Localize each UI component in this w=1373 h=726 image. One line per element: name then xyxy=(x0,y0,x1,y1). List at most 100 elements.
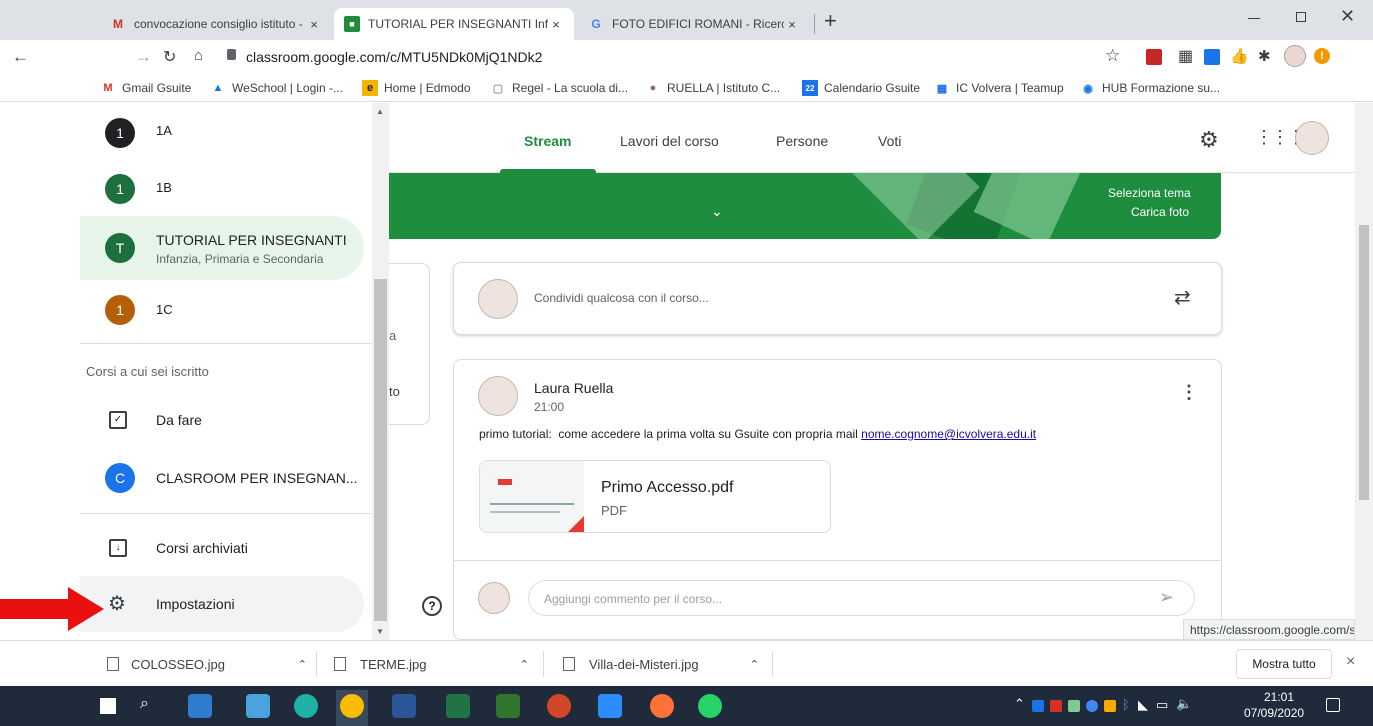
tray-app-icon[interactable] xyxy=(1068,700,1080,712)
repost-icon[interactable]: ⇄ xyxy=(1174,285,1191,310)
scrollbar-thumb[interactable] xyxy=(1359,225,1369,500)
minimize-icon[interactable] xyxy=(1248,18,1260,19)
display-icon[interactable]: ▭ xyxy=(1156,697,1168,713)
zoom-icon[interactable] xyxy=(598,694,622,718)
blue-extension-icon[interactable] xyxy=(1204,49,1220,65)
firefox-icon[interactable] xyxy=(650,694,674,718)
chevron-down-icon[interactable]: ⌄ xyxy=(711,203,723,220)
lock-icon[interactable] xyxy=(227,49,236,60)
notifications-icon[interactable] xyxy=(1326,698,1340,712)
tab-gmail[interactable]: M convocazione consiglio istituto - × xyxy=(100,8,332,40)
bookmark-hub[interactable]: ◉ HUB Formazione su... xyxy=(1080,80,1220,96)
view-all-link[interactable]: to xyxy=(389,384,400,399)
share-input[interactable]: Condividi qualcosa con il corso... xyxy=(534,291,709,305)
chevron-up-icon[interactable]: ⌃ xyxy=(298,658,307,671)
new-tab-button[interactable]: + xyxy=(824,10,837,32)
page-scrollbar[interactable] xyxy=(1355,103,1373,640)
app-icon[interactable] xyxy=(246,694,270,718)
tray-app-icon[interactable] xyxy=(1104,700,1116,712)
whatsapp-icon[interactable] xyxy=(698,694,722,718)
upload-photo-link[interactable]: Carica foto xyxy=(1131,205,1189,219)
reload-icon[interactable]: ↻ xyxy=(163,47,176,67)
thumb-extension-icon[interactable]: 👍 xyxy=(1230,47,1249,65)
drawer-archived[interactable]: ↓ Corsi archiviati xyxy=(80,528,364,568)
close-icon[interactable]: × xyxy=(548,17,564,32)
download-item[interactable]: TERME.jpg ⌃ xyxy=(334,641,529,687)
excel-icon[interactable] xyxy=(446,694,470,718)
tab-people[interactable]: Persone xyxy=(776,133,828,149)
account-avatar[interactable] xyxy=(1295,121,1329,155)
close-icon[interactable]: × xyxy=(784,17,800,32)
chevron-up-icon[interactable]: ⌃ xyxy=(520,658,529,671)
bookmark-edmodo[interactable]: e Home | Edmodo xyxy=(362,80,471,96)
drawer-scrollbar[interactable]: ▲ ▼ xyxy=(372,103,389,640)
bookmark-regel[interactable]: ▢ Regel - La scuola di... xyxy=(490,80,628,96)
email-link[interactable]: nome.cognome@icvolvera.edu.it xyxy=(861,427,1036,441)
select-theme-link[interactable]: Seleziona tema xyxy=(1108,186,1191,200)
word-icon[interactable] xyxy=(392,694,416,718)
windows-start-icon[interactable] xyxy=(100,698,116,714)
chevron-up-icon[interactable]: ⌃ xyxy=(750,658,759,671)
drawer-class-tutorial[interactable]: T TUTORIAL PER INSEGNANTI Infanzia, Prim… xyxy=(80,216,364,280)
grid-extension-icon[interactable]: ▦ xyxy=(1178,46,1193,66)
profile-avatar[interactable] xyxy=(1284,45,1306,67)
update-alert-icon[interactable]: ! xyxy=(1314,48,1330,64)
close-icon[interactable]: × xyxy=(306,17,322,32)
network-icon[interactable]: ◣ xyxy=(1138,697,1148,713)
scrollbar-thumb[interactable] xyxy=(374,279,387,621)
tray-app-icon[interactable] xyxy=(1086,700,1098,712)
address-bar[interactable]: classroom.google.com/c/MTU5NDk0MjQ1NDk2 xyxy=(246,49,542,65)
gear-icon[interactable]: ⚙ xyxy=(1199,127,1219,153)
share-card[interactable]: Condividi qualcosa con il corso... ⇄ xyxy=(453,262,1222,335)
drawer-class-1c[interactable]: 1 1C xyxy=(80,290,364,330)
tab-classroom[interactable]: ■ TUTORIAL PER INSEGNANTI Infa × xyxy=(334,8,574,40)
bookmark-star-icon[interactable]: ☆ xyxy=(1105,46,1120,66)
chrome-icon[interactable] xyxy=(340,694,364,718)
home-icon[interactable]: ⌂ xyxy=(194,47,203,64)
help-icon[interactable]: ? xyxy=(422,596,442,616)
acrobat-extension-icon[interactable] xyxy=(1146,49,1162,65)
comment-input[interactable]: Aggiungi commento per il corso... ➢ xyxy=(528,580,1195,616)
bluetooth-icon[interactable]: ᛒ xyxy=(1122,697,1130,712)
tab-google-search[interactable]: G FOTO EDIFICI ROMANI - Ricerca × xyxy=(578,8,810,40)
drawer-settings[interactable]: ⚙ Impostazioni xyxy=(80,576,364,632)
attachment-card[interactable]: Primo Accesso.pdf PDF xyxy=(479,460,831,533)
forward-icon[interactable]: → xyxy=(135,47,152,67)
bookmark-calendario[interactable]: 22 Calendario Gsuite xyxy=(802,80,920,96)
drawer-class-1a[interactable]: 1 1A xyxy=(80,113,364,153)
bookmark-weschool[interactable]: ▲ WeSchool | Login -... xyxy=(210,80,343,96)
more-vert-icon[interactable]: ⋮ xyxy=(1180,382,1198,403)
scroll-up-icon[interactable]: ▲ xyxy=(376,107,384,116)
bookmark-teamup[interactable]: ▦ IC Volvera | Teamup xyxy=(934,80,1064,96)
tray-chevron-icon[interactable]: ⌃ xyxy=(1014,696,1025,712)
tray-app-icon[interactable] xyxy=(1032,700,1044,712)
tab-classwork[interactable]: Lavori del corso xyxy=(620,133,719,149)
tray-app-icon[interactable] xyxy=(1050,700,1062,712)
search-icon[interactable]: ⌕ xyxy=(140,695,149,713)
bookmark-ruella[interactable]: ● RUELLA | Istituto C... xyxy=(645,80,781,96)
puzzle-extensions-icon[interactable]: ✱ xyxy=(1258,47,1271,65)
powerpoint-icon[interactable] xyxy=(547,694,571,718)
volume-icon[interactable]: 🔈 xyxy=(1176,696,1192,712)
bookmark-gmail[interactable]: M Gmail Gsuite xyxy=(100,80,191,96)
close-downloads-button[interactable]: × xyxy=(1346,653,1355,671)
drawer-class-1b[interactable]: 1 1B xyxy=(80,169,364,209)
send-icon[interactable]: ➢ xyxy=(1159,587,1174,608)
people-icon[interactable] xyxy=(188,694,212,718)
download-item[interactable]: Villa-dei-Misteri.jpg ⌃ xyxy=(563,641,759,687)
drawer-class-clasroom[interactable]: C CLASROOM PER INSEGNAN... xyxy=(80,458,364,498)
restore-icon[interactable] xyxy=(1296,12,1306,22)
drawer-todo[interactable]: ✓ Da fare xyxy=(80,400,364,440)
show-all-button[interactable]: Mostra tutto xyxy=(1236,649,1332,679)
back-icon[interactable]: ← xyxy=(12,47,29,67)
taskbar-time[interactable]: 21:01 xyxy=(1264,690,1294,704)
taskbar-date[interactable]: 07/09/2020 xyxy=(1244,706,1304,720)
window-close-icon[interactable]: ✕ xyxy=(1340,6,1355,27)
tab-grades[interactable]: Voti xyxy=(878,133,901,149)
tab-stream[interactable]: Stream xyxy=(524,133,571,149)
class-name: TUTORIAL PER INSEGNANTI xyxy=(156,232,347,248)
scroll-down-icon[interactable]: ▼ xyxy=(376,627,384,636)
download-item[interactable]: COLOSSEO.jpg ⌃ xyxy=(107,641,307,687)
edge-icon[interactable] xyxy=(294,694,318,718)
publisher-icon[interactable] xyxy=(496,694,520,718)
